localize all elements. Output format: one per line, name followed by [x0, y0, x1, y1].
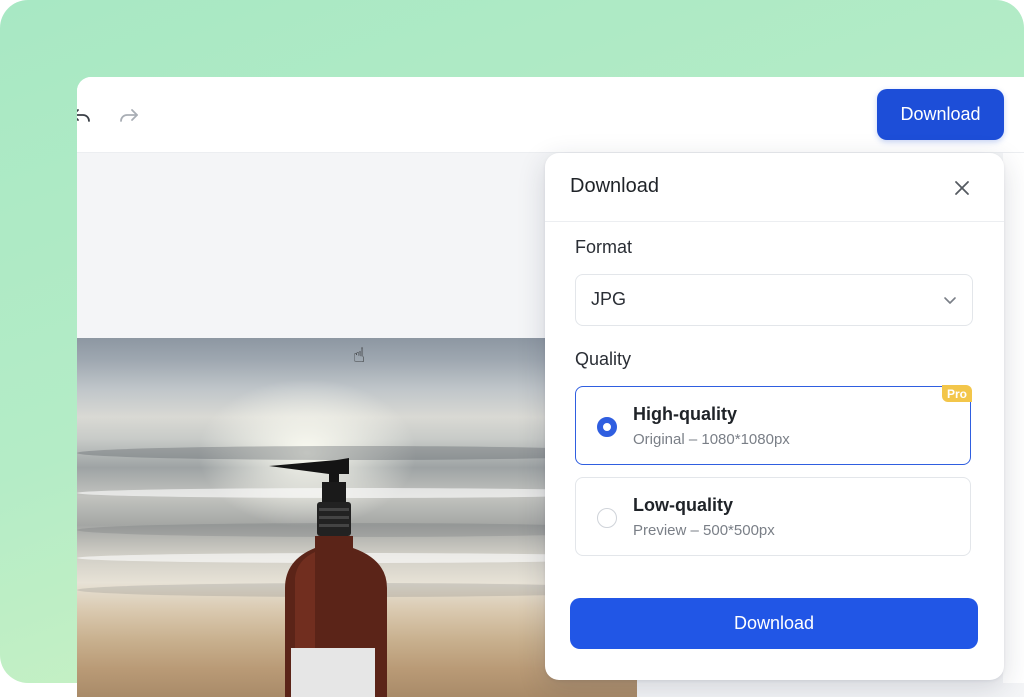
pump-bottle-image — [269, 458, 387, 697]
window-edge — [1003, 153, 1024, 683]
panel-header: Download — [545, 153, 1004, 222]
format-selected-value: JPG — [591, 289, 627, 309]
option-title: Low-quality — [633, 495, 733, 515]
redo-icon[interactable] — [117, 103, 141, 127]
undo-icon[interactable] — [77, 103, 93, 127]
download-panel: Download Format JPG Quality High-quality… — [545, 153, 1004, 680]
download-button[interactable]: Download — [570, 598, 978, 649]
option-subtitle: Preview – 500*500px — [633, 522, 775, 539]
option-title: High-quality — [633, 404, 737, 424]
format-label: Format — [575, 237, 633, 257]
radio-unselected[interactable] — [597, 508, 617, 528]
pro-badge: Pro — [942, 385, 972, 402]
format-select[interactable]: JPG — [575, 274, 973, 326]
hand-cursor-icon: ☝ — [353, 345, 366, 367]
top-toolbar: Download — [77, 77, 1024, 153]
quality-option-high[interactable]: High-quality Original – 1080*1080px Pro — [575, 385, 972, 465]
close-icon[interactable] — [951, 177, 973, 199]
panel-title: Download — [570, 175, 659, 197]
quality-label: Quality — [575, 349, 632, 369]
option-subtitle: Original – 1080*1080px — [633, 431, 790, 448]
toolbar-download-button[interactable]: Download — [877, 89, 1004, 140]
chevron-down-icon — [942, 292, 958, 308]
radio-selected[interactable] — [597, 417, 617, 437]
quality-option-low[interactable]: Low-quality Preview – 500*500px — [575, 477, 971, 556]
